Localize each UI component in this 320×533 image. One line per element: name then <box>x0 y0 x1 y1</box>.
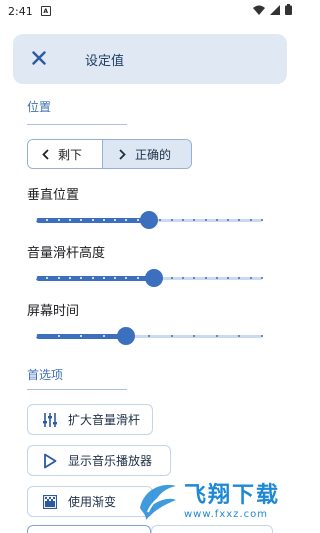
slider-tick <box>181 277 184 279</box>
slider-tick <box>57 277 60 279</box>
gradient-icon <box>42 494 58 510</box>
expand-volume-slider-label: 扩大音量滑杆 <box>68 413 141 427</box>
slider-tick <box>238 219 241 221</box>
slider-tick <box>204 277 207 279</box>
slider-tick <box>102 277 105 279</box>
vertical-position-slider[interactable] <box>35 210 263 230</box>
battery-icon <box>285 4 292 18</box>
toggle-left-button[interactable]: 剩下 <box>28 140 103 168</box>
chevron-right-icon <box>119 148 126 160</box>
slider-thumb[interactable] <box>140 211 158 229</box>
slider-tick <box>114 277 117 279</box>
watermark-url: www.fxxz.com <box>184 508 268 520</box>
status-time: 2:41 <box>8 4 33 18</box>
slider-tick <box>181 219 184 221</box>
slider-tick <box>91 219 94 221</box>
show-music-player-button[interactable]: 显示音乐播放器 <box>27 445 171 476</box>
slider-thumb[interactable] <box>144 269 163 287</box>
slider-tick <box>57 219 60 221</box>
slider-label-vertical-position: 垂直位置 <box>27 188 80 203</box>
section-divider <box>27 389 127 390</box>
slider-thumb[interactable] <box>117 327 136 345</box>
signal-icon <box>270 4 280 18</box>
close-icon <box>32 50 46 69</box>
slider-tick <box>46 277 49 279</box>
slider-label-volume-slider-height: 音量滑杆高度 <box>27 246 106 261</box>
slider-tick <box>215 277 218 279</box>
status-icons <box>253 4 292 18</box>
slider-tick <box>68 277 71 279</box>
watermark-text: 飞翔下载 www.fxxz.com <box>184 483 280 520</box>
slider-tick <box>125 277 128 279</box>
section-divider <box>27 124 127 125</box>
slider-tick <box>215 335 218 337</box>
toggle-right-button[interactable]: 正确的 <box>103 140 191 168</box>
slider-ticks <box>35 335 263 338</box>
screen-time-slider[interactable] <box>35 326 263 346</box>
slider-tick <box>170 219 173 221</box>
slider-tick <box>204 219 207 221</box>
slider-tick <box>148 335 150 337</box>
slider-tick <box>193 335 196 337</box>
slider-tick <box>102 335 105 337</box>
chevron-left-icon <box>42 148 49 160</box>
slider-tick <box>215 219 218 221</box>
sliders-icon <box>42 412 58 428</box>
position-toggle: 剩下 正确的 <box>27 139 192 169</box>
notification-a-icon: A <box>40 6 51 16</box>
slider-tick <box>68 219 71 221</box>
settings-header: 设定值 <box>13 34 287 84</box>
slider-tick <box>238 335 241 337</box>
show-music-player-label: 显示音乐播放器 <box>68 454 153 468</box>
slider-tick <box>46 219 49 221</box>
wifi-icon <box>253 5 265 18</box>
close-button[interactable] <box>13 34 65 84</box>
slider-tick <box>249 219 252 221</box>
slider-tick <box>170 335 173 337</box>
use-gradient-label: 使用渐变 <box>68 495 117 509</box>
play-icon <box>42 453 58 469</box>
slider-tick <box>35 335 37 337</box>
slider-tick <box>261 219 263 221</box>
slider-tick <box>238 277 241 279</box>
slider-tick <box>170 277 173 279</box>
slider-tick <box>57 335 60 337</box>
volume-slider-height-slider[interactable] <box>35 268 263 288</box>
slider-tick <box>91 277 94 279</box>
section-title-position: 位置 <box>27 100 52 114</box>
status-bar: 2:41 A <box>0 0 300 22</box>
watermark: 飞翔下载 www.fxxz.com <box>134 476 300 526</box>
slider-tick <box>159 219 162 221</box>
slider-tick <box>261 277 263 279</box>
slider-tick <box>35 219 37 221</box>
expand-volume-slider-button[interactable]: 扩大音量滑杆 <box>27 404 153 435</box>
slider-tick <box>102 219 105 221</box>
slider-tick <box>114 219 117 221</box>
slider-tick <box>80 277 83 279</box>
slider-tick <box>80 219 83 221</box>
toggle-right-label: 正确的 <box>135 147 172 162</box>
watermark-logo-icon <box>134 478 180 524</box>
slider-label-screen-time: 屏幕时间 <box>27 304 80 319</box>
partial-option-button[interactable] <box>27 525 151 533</box>
slider-tick <box>80 335 83 337</box>
watermark-brand: 飞翔下载 <box>184 482 281 508</box>
partial-option-button[interactable] <box>151 525 273 533</box>
section-title-preferences: 首选项 <box>27 368 64 382</box>
slider-tick <box>35 277 37 279</box>
slider-tick <box>249 277 252 279</box>
slider-tick <box>227 219 230 221</box>
slider-tick <box>261 335 263 337</box>
slider-tick <box>125 219 128 221</box>
page-title: 设定值 <box>85 53 125 69</box>
slider-tick <box>193 277 196 279</box>
slider-tick <box>136 277 139 279</box>
slider-tick <box>227 277 230 279</box>
toggle-left-label: 剩下 <box>58 147 83 162</box>
slider-tick <box>193 219 196 221</box>
slider-tick <box>136 219 139 221</box>
